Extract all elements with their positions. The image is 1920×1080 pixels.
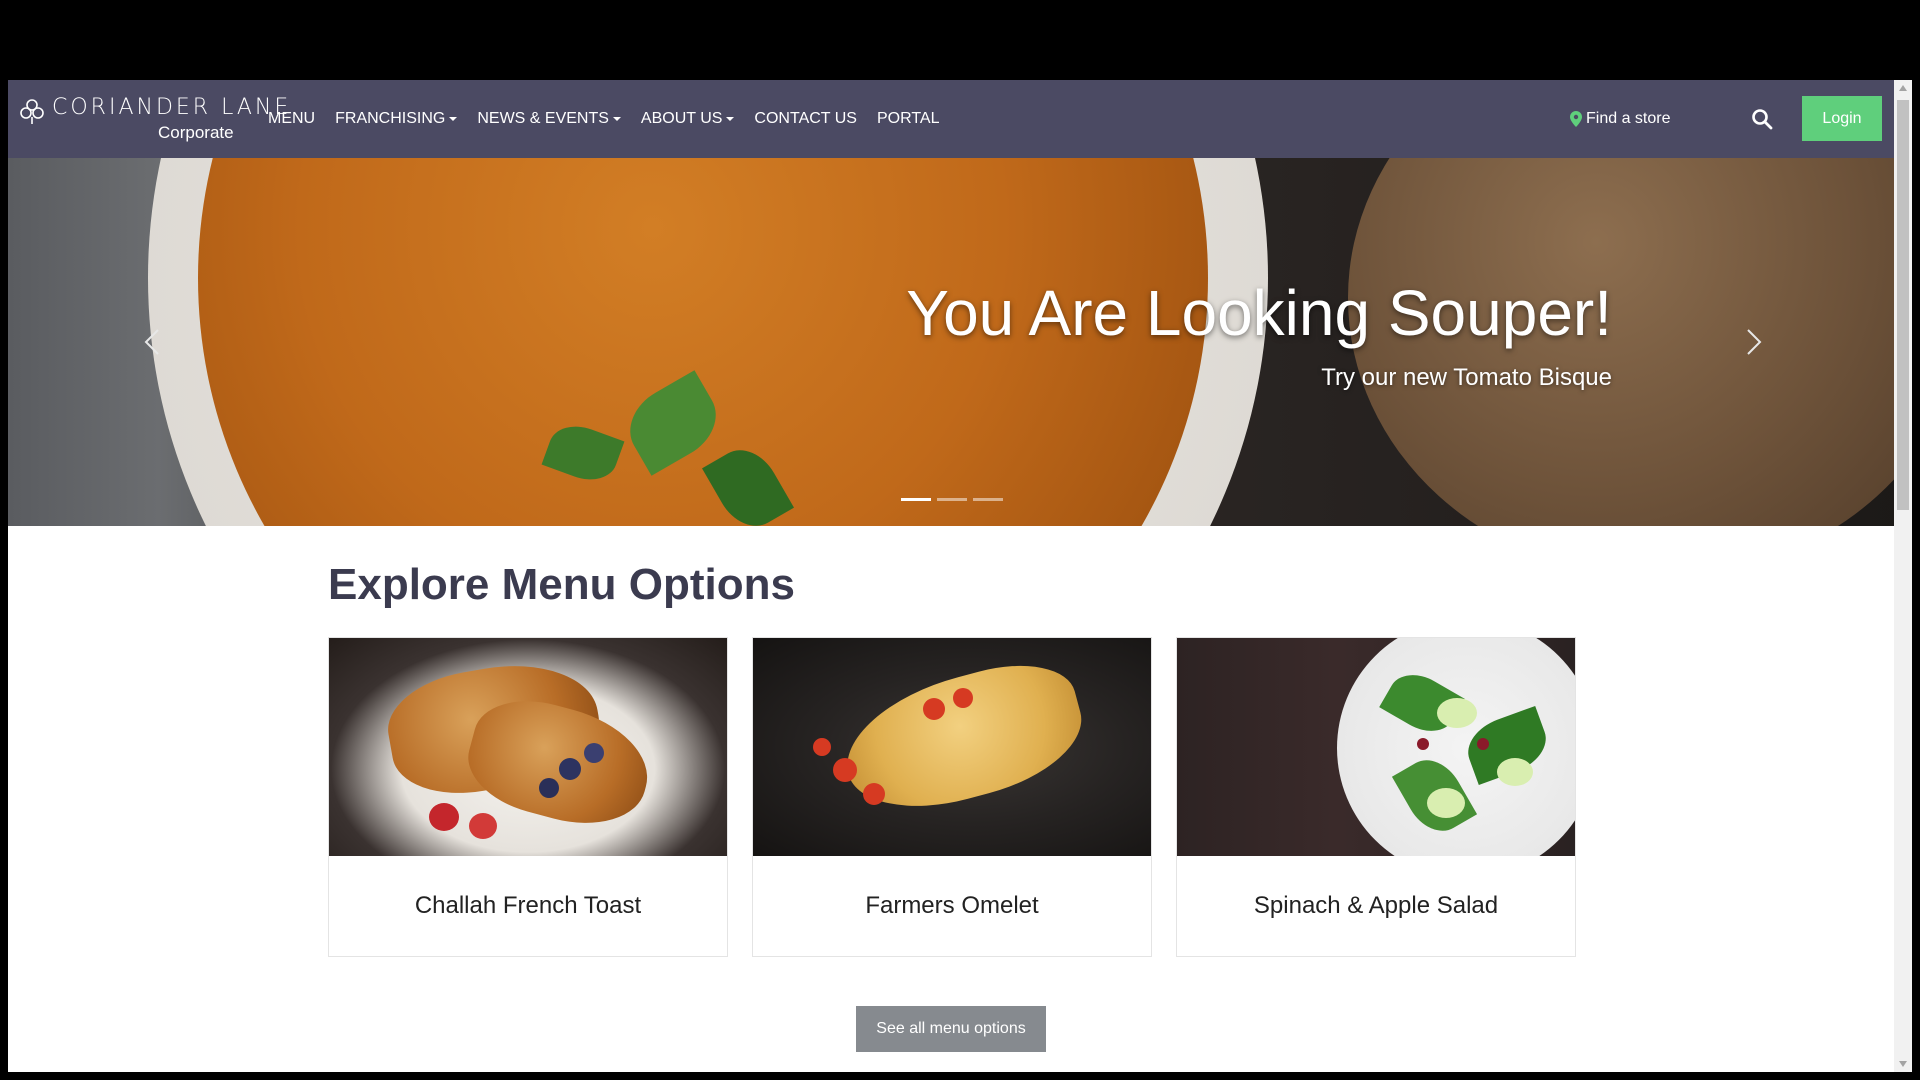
scrollbar-thumb[interactable] xyxy=(1897,100,1909,510)
nav-item-label: MENU xyxy=(268,110,316,127)
main-nav: MENU FRANCHISING NEWS & EVENTS ABOUT US … xyxy=(268,80,960,158)
nav-item-franchising[interactable]: FRANCHISING xyxy=(335,110,458,128)
nav-item-label: PORTAL xyxy=(876,110,940,127)
caret-down-icon xyxy=(449,117,458,121)
brand-subtitle: Corporate xyxy=(158,123,234,142)
find-store-link[interactable]: Find a store xyxy=(1570,80,1670,158)
menu-cards: Challah French Toast Farmers Omelet Spin… xyxy=(328,637,1600,957)
see-all-menu-button[interactable]: See all menu options xyxy=(856,1006,1046,1052)
carousel-indicator[interactable] xyxy=(901,498,931,501)
carousel-indicator[interactable] xyxy=(937,498,967,501)
carousel-indicator[interactable] xyxy=(973,498,1003,501)
menu-card-challah-french-toast[interactable]: Challah French Toast xyxy=(328,637,728,957)
map-pin-icon xyxy=(1570,111,1582,127)
hero-subtitle: Try our new Tomato Bisque xyxy=(1321,364,1612,391)
nav-item-label: CONTACT US xyxy=(754,110,857,127)
search-icon[interactable] xyxy=(1750,107,1774,131)
page-scrollbar[interactable] xyxy=(1894,80,1912,1072)
brand-name: CORIANDER LANE xyxy=(52,95,292,120)
omelet-image xyxy=(753,638,1151,856)
carousel-indicators xyxy=(901,498,1009,501)
find-store-label: Find a store xyxy=(1586,110,1671,127)
top-navbar: CORIANDER LANE Corporate MENU FRANCHISIN… xyxy=(8,80,1894,158)
menu-card-label: Farmers Omelet xyxy=(865,892,1039,919)
caret-down-icon xyxy=(612,117,621,121)
section-title: Explore Menu Options xyxy=(328,560,795,609)
browser-viewport: CORIANDER LANE Corporate MENU FRANCHISIN… xyxy=(8,80,1912,1072)
nav-item-label: FRANCHISING xyxy=(335,110,446,127)
scroll-down-arrow-icon[interactable] xyxy=(1894,1055,1912,1072)
menu-card-label: Spinach & Apple Salad xyxy=(1253,892,1499,919)
nav-item-menu[interactable]: MENU xyxy=(268,110,315,128)
salad-image xyxy=(1177,638,1575,856)
hero-carousel: You Are Looking Souper! Try our new Toma… xyxy=(8,158,1894,526)
chevron-left-icon[interactable] xyxy=(138,324,166,360)
chevron-right-icon[interactable] xyxy=(1740,324,1768,360)
nav-item-contact-us[interactable]: CONTACT US xyxy=(754,110,857,128)
nav-item-label: NEWS & EVENTS xyxy=(477,110,609,127)
menu-card-spinach-apple-salad[interactable]: Spinach & Apple Salad xyxy=(1176,637,1576,957)
caret-down-icon xyxy=(726,117,735,121)
nav-item-portal[interactable]: PORTAL xyxy=(877,110,940,128)
menu-card-label: Challah French Toast xyxy=(414,892,642,919)
french-toast-image xyxy=(329,638,727,856)
nav-item-label: ABOUT US xyxy=(640,110,723,127)
nav-item-news-events[interactable]: NEWS & EVENTS xyxy=(477,110,621,128)
coriander-leaf-logo-icon xyxy=(20,99,44,124)
scroll-up-arrow-icon[interactable] xyxy=(1894,80,1912,97)
menu-card-farmers-omelet[interactable]: Farmers Omelet xyxy=(752,637,1152,957)
nav-item-about-us[interactable]: ABOUT US xyxy=(641,110,735,128)
login-button[interactable]: Login xyxy=(1802,96,1882,141)
hero-title: You Are Looking Souper! xyxy=(906,277,1612,349)
